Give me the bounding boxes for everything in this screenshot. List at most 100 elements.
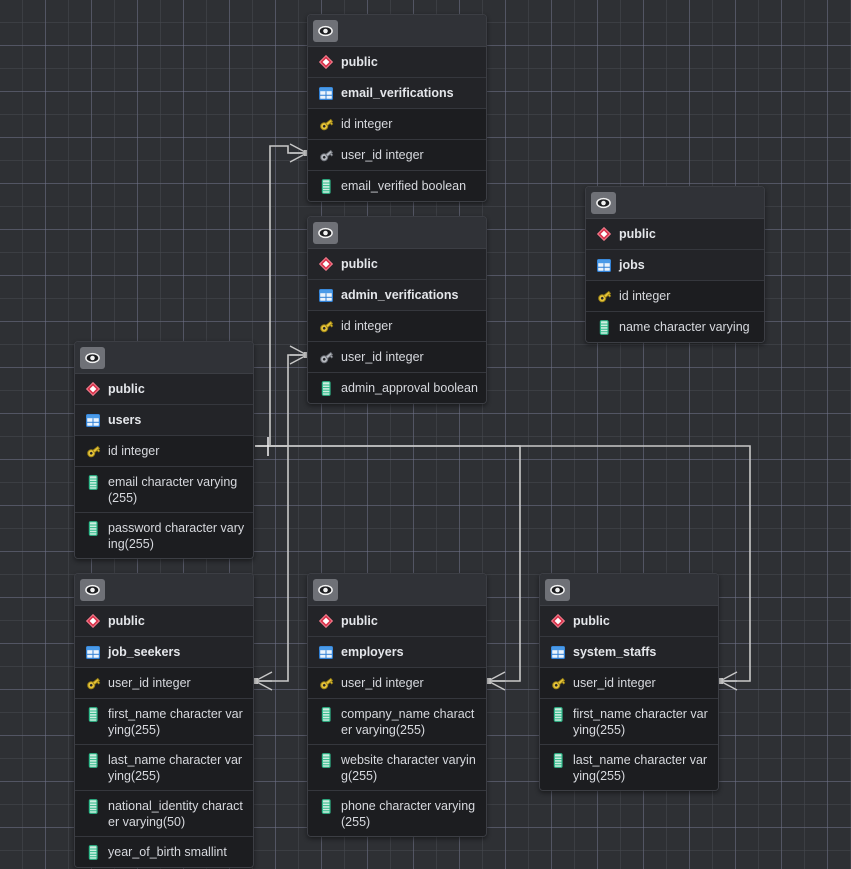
diagram-canvas[interactable]: public email_verifications id integer user_… — [0, 0, 851, 869]
eye-icon[interactable] — [313, 578, 338, 601]
table-name-row-users[interactable]: users — [75, 405, 253, 436]
eye-icon[interactable] — [545, 578, 570, 601]
column-row-users-1-label: email character varying(255) — [108, 475, 238, 505]
eye-icon[interactable] — [80, 578, 105, 601]
table-name-row-system_staffs-label: system_staffs — [573, 645, 657, 659]
table-name-row-system_staffs[interactable]: system_staffs — [540, 637, 718, 668]
table-node-job_seekers[interactable]: public job_seekers user_id integer first_na… — [74, 573, 254, 868]
red-diamond-icon — [549, 612, 567, 630]
column-row-job_seekers-2[interactable]: last_name character varying(255) — [75, 745, 253, 791]
schema-row-users-label: public — [108, 382, 145, 396]
table-name-row-email_verifications[interactable]: email_verifications — [308, 78, 486, 109]
gold-key-icon — [317, 674, 335, 692]
column-row-users-2[interactable]: password character varying(255) — [75, 513, 253, 558]
table-node-jobs[interactable]: public jobs id integer name character varyi… — [585, 186, 765, 343]
schema-row-jobs-label: public — [619, 227, 656, 241]
edge-users-to-email_verifications — [255, 145, 307, 447]
column-row-admin_verifications-2[interactable]: admin_approval boolean — [308, 373, 486, 403]
table-name-row-employers-label: employers — [341, 645, 404, 659]
column-row-admin_verifications-0[interactable]: id integer — [308, 311, 486, 342]
teal-column-icon — [595, 318, 613, 336]
column-row-jobs-1[interactable]: name character varying — [586, 312, 764, 342]
column-row-job_seekers-3-label: national_identity character varying(50) — [108, 799, 243, 829]
column-row-job_seekers-3[interactable]: national_identity character varying(50) — [75, 791, 253, 837]
schema-row-users[interactable]: public — [75, 374, 253, 405]
blue-table-icon — [84, 643, 102, 661]
column-row-system_staffs-2[interactable]: last_name character varying(255) — [540, 745, 718, 790]
column-row-admin_verifications-1[interactable]: user_id integer — [308, 342, 486, 373]
column-row-employers-1-label: company_name character varying(255) — [341, 707, 475, 737]
table-name-row-jobs[interactable]: jobs — [586, 250, 764, 281]
teal-column-icon — [549, 751, 567, 769]
column-row-email_verifications-0[interactable]: id integer — [308, 109, 486, 140]
schema-row-employers[interactable]: public — [308, 606, 486, 637]
schema-row-system_staffs[interactable]: public — [540, 606, 718, 637]
schema-row-admin_verifications-label: public — [341, 257, 378, 271]
table-node-system_staffs[interactable]: public system_staffs user_id integer first_… — [539, 573, 719, 791]
column-row-users-0-label: id integer — [108, 444, 160, 458]
table-node-users[interactable]: public users id integer email character var… — [74, 341, 254, 559]
table-node-header-job_seekers — [75, 574, 253, 606]
column-row-system_staffs-1-label: first_name character varying(255) — [573, 707, 708, 737]
blue-table-icon — [549, 643, 567, 661]
column-row-employers-1[interactable]: company_name character varying(255) — [308, 699, 486, 745]
eye-icon[interactable] — [80, 346, 105, 369]
column-row-jobs-0-label: id integer — [619, 289, 671, 303]
column-row-users-1[interactable]: email character varying(255) — [75, 467, 253, 513]
teal-column-icon — [84, 473, 102, 491]
table-name-row-job_seekers-label: job_seekers — [108, 645, 181, 659]
gray-key-icon — [317, 348, 335, 366]
column-row-job_seekers-4[interactable]: year_of_birth smallint — [75, 837, 253, 867]
column-row-employers-3[interactable]: phone character varying(255) — [308, 791, 486, 836]
teal-column-icon — [84, 705, 102, 723]
column-row-email_verifications-1[interactable]: user_id integer — [308, 140, 486, 171]
table-node-employers[interactable]: public employers user_id integer company_na… — [307, 573, 487, 837]
column-row-system_staffs-1[interactable]: first_name character varying(255) — [540, 699, 718, 745]
schema-row-job_seekers[interactable]: public — [75, 606, 253, 637]
crowsfoot-marker-users-to-system_staffs — [717, 671, 738, 691]
eye-icon[interactable] — [313, 19, 338, 42]
table-node-header-employers — [308, 574, 486, 606]
eye-icon[interactable] — [313, 221, 338, 244]
schema-row-system_staffs-label: public — [573, 614, 610, 628]
column-row-job_seekers-0[interactable]: user_id integer — [75, 668, 253, 699]
column-row-email_verifications-0-label: id integer — [341, 117, 393, 131]
schema-row-email_verifications[interactable]: public — [308, 47, 486, 78]
column-row-jobs-0[interactable]: id integer — [586, 281, 764, 312]
column-row-employers-0[interactable]: user_id integer — [308, 668, 486, 699]
table-node-header-jobs — [586, 187, 764, 219]
column-row-jobs-1-label: name character varying — [619, 320, 750, 334]
table-name-row-admin_verifications-label: admin_verifications — [341, 288, 459, 302]
schema-row-admin_verifications[interactable]: public — [308, 249, 486, 280]
column-row-employers-2[interactable]: website character varying(255) — [308, 745, 486, 791]
red-diamond-icon — [595, 225, 613, 243]
gray-key-icon — [317, 146, 335, 164]
column-row-job_seekers-1[interactable]: first_name character varying(255) — [75, 699, 253, 745]
column-row-email_verifications-2[interactable]: email_verified boolean — [308, 171, 486, 201]
column-row-admin_verifications-2-label: admin_approval boolean — [341, 381, 478, 395]
table-name-row-job_seekers[interactable]: job_seekers — [75, 637, 253, 668]
column-row-users-2-label: password character varying(255) — [108, 521, 245, 551]
eye-icon[interactable] — [591, 191, 616, 214]
table-name-row-employers[interactable]: employers — [308, 637, 486, 668]
red-diamond-icon — [317, 612, 335, 630]
gold-key-icon — [595, 287, 613, 305]
column-row-system_staffs-0[interactable]: user_id integer — [540, 668, 718, 699]
teal-column-icon — [84, 519, 102, 537]
table-node-admin_verifications[interactable]: public admin_verificationsid integer user_… — [307, 216, 487, 404]
teal-column-icon — [84, 797, 102, 815]
column-row-job_seekers-0-label: user_id integer — [108, 676, 191, 690]
column-row-employers-2-label: website character varying(255) — [341, 753, 476, 783]
teal-column-icon — [84, 843, 102, 861]
column-row-users-0[interactable]: id integer — [75, 436, 253, 467]
column-row-email_verifications-2-label: email_verified boolean — [341, 179, 467, 193]
red-diamond-icon — [84, 380, 102, 398]
gold-key-icon — [84, 442, 102, 460]
table-node-email_verifications[interactable]: public email_verificationsid integer user_… — [307, 14, 487, 202]
table-name-row-email_verifications-label: email_verifications — [341, 86, 454, 100]
teal-column-icon — [317, 379, 335, 397]
table-name-row-admin_verifications[interactable]: admin_verifications — [308, 280, 486, 311]
gold-key-icon — [549, 674, 567, 692]
schema-row-jobs[interactable]: public — [586, 219, 764, 250]
schema-row-email_verifications-label: public — [341, 55, 378, 69]
